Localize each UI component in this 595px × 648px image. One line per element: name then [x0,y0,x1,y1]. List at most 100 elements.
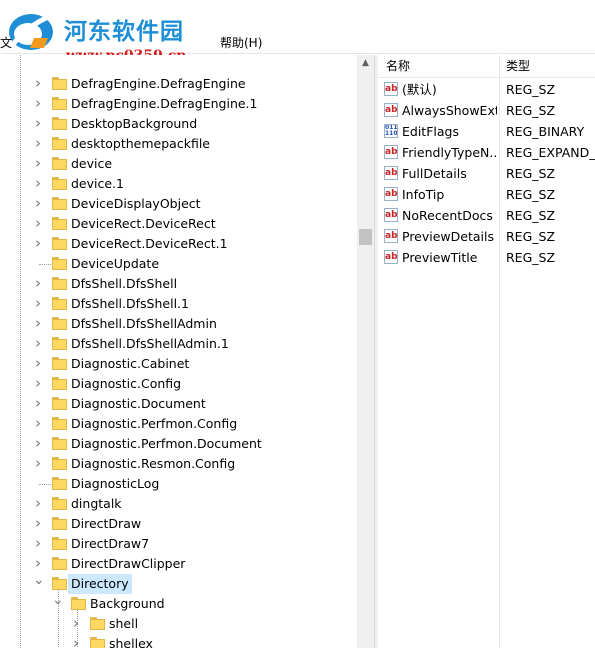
scroll-up-arrow-icon[interactable]: ▲ [357,55,374,72]
tree-item[interactable]: › DfsShell.DfsShellAdmin [0,314,357,334]
tree-item[interactable]: › DfsShell.DfsShellAdmin.1 [0,334,357,354]
folder-icon [52,517,67,530]
value-row[interactable]: ab PreviewTitle REG_SZ [378,247,595,268]
chevron-right-icon[interactable]: › [33,234,43,254]
tree-item-label: Diagnostic.Cabinet [71,356,190,371]
tree-item[interactable]: › DesktopBackground [0,114,357,134]
folder-icon [52,257,67,270]
chevron-right-icon[interactable]: › [33,554,43,574]
tree-item-label: Background [90,596,165,611]
registry-tree[interactable]: › DefragEngine.DefragEngine › DefragEngine.… [0,55,357,648]
chevron-down-icon[interactable]: ⌄ [33,573,45,594]
tree-item[interactable]: › shellex [0,634,357,648]
tree-item[interactable]: › Diagnostic.Resmon.Config [0,454,357,474]
chevron-right-icon[interactable]: › [33,154,43,174]
folder-icon [52,297,67,310]
tree-item[interactable]: › device.1 [0,174,357,194]
tree-item[interactable]: › Diagnostic.Perfmon.Document [0,434,357,454]
value-row[interactable]: ab InfoTip REG_SZ [378,184,595,205]
chevron-right-icon[interactable]: › [33,294,43,314]
chevron-right-icon[interactable]: › [33,354,43,374]
chevron-right-icon[interactable]: › [33,174,43,194]
folder-icon [52,577,67,590]
chevron-down-icon[interactable]: ⌄ [52,593,64,614]
tree-item[interactable]: › desktopthemepackfile [0,134,357,154]
value-type: REG_SZ [506,250,556,265]
value-type: REG_SZ [506,208,556,223]
chevron-right-icon[interactable]: › [33,134,43,154]
chevron-right-icon[interactable]: › [71,614,81,634]
tree-item[interactable]: DeviceUpdate [0,254,357,274]
tree-item[interactable]: › Diagnostic.Config [0,374,357,394]
tree-item[interactable]: › DefragEngine.DefragEngine [0,74,357,94]
menu-help[interactable]: 帮助(H) [220,34,262,51]
chevron-right-icon[interactable]: › [33,454,43,474]
value-row[interactable]: ab (默认) REG_SZ [378,79,595,100]
chevron-right-icon[interactable]: › [33,434,43,454]
scroll-thumb[interactable] [359,229,372,245]
tree-item[interactable]: › device [0,154,357,174]
watermark-title: 河东软件园 [64,18,184,45]
tree-item[interactable]: › Diagnostic.Cabinet [0,354,357,374]
menu-file[interactable]: 文 [0,34,12,51]
tree-item[interactable]: › Diagnostic.Document [0,394,357,414]
header-separator [378,77,595,78]
string-value-icon: ab [384,208,398,222]
tree-item[interactable]: › DirectDrawClipper [0,554,357,574]
chevron-right-icon[interactable]: › [33,94,43,114]
tree-item[interactable]: › DefragEngine.DefragEngine.1 [0,94,357,114]
tree-item[interactable]: › DeviceRect.DeviceRect [0,214,357,234]
tree-item[interactable]: › DeviceRect.DeviceRect.1 [0,234,357,254]
tree-item[interactable]: › DeviceDisplayObject [0,194,357,214]
chevron-right-icon[interactable]: › [33,494,43,514]
tree-item[interactable]: ⌄ Background [0,593,357,614]
chevron-right-icon[interactable]: › [33,334,43,354]
chevron-right-icon[interactable]: › [33,534,43,554]
value-row[interactable]: ab AlwaysShowExt REG_SZ [378,100,595,121]
watermark-logo-icon [9,13,53,50]
chevron-right-icon[interactable]: › [33,274,43,294]
tree-item[interactable]: › DfsShell.DfsShell [0,274,357,294]
tree-item[interactable]: DiagnosticLog [0,474,357,494]
chevron-right-icon[interactable]: › [33,114,43,134]
chevron-right-icon[interactable]: › [33,194,43,214]
chevron-right-icon[interactable]: › [33,314,43,334]
folder-icon [90,637,105,648]
folder-icon [52,397,67,410]
tree-scrollbar[interactable]: ▲ [357,55,374,648]
tree-item-label: DfsShell.DfsShellAdmin [71,316,217,331]
string-value-icon: ab [384,187,398,201]
tree-item-label: DeviceDisplayObject [71,196,201,211]
tree-item[interactable]: › shell [0,614,357,634]
folder-icon [52,157,67,170]
value-row[interactable]: 011 110 EditFlags REG_BINARY [378,121,595,142]
tree-item[interactable]: › Diagnostic.Perfmon.Config [0,414,357,434]
tree-item[interactable]: ⌄ Directory [0,573,357,594]
tree-item-label: DesktopBackground [71,116,198,131]
tree-item[interactable]: › DirectDraw7 [0,534,357,554]
chevron-right-icon[interactable]: › [33,74,43,94]
tree-item-label: Directory [68,574,132,594]
chevron-right-icon[interactable]: › [33,214,43,234]
folder-icon [52,117,67,130]
value-row[interactable]: ab PreviewDetails REG_SZ [378,226,595,247]
chevron-right-icon[interactable]: › [71,634,81,648]
value-type: REG_SZ [506,103,556,118]
chevron-right-icon[interactable]: › [33,394,43,414]
value-name: (默认) [402,82,437,97]
chevron-right-icon[interactable]: › [33,514,43,534]
tree-connector [39,484,51,485]
tree-item[interactable]: › dingtalk [0,494,357,514]
value-type: REG_EXPAND_S [506,145,595,160]
value-row[interactable]: ab FullDetails REG_SZ [378,163,595,184]
tree-item[interactable]: › DfsShell.DfsShell.1 [0,294,357,314]
chevron-right-icon[interactable]: › [33,374,43,394]
tree-item[interactable]: › DirectDraw [0,514,357,534]
chevron-right-icon[interactable]: › [33,414,43,434]
value-row[interactable]: ab NoRecentDocs REG_SZ [378,205,595,226]
value-row[interactable]: ab FriendlyTypeN... REG_EXPAND_S [378,142,595,163]
column-header-type[interactable]: 类型 [506,55,530,77]
folder-icon [71,597,86,610]
column-header-name[interactable]: 名称 [386,55,410,77]
value-name: InfoTip [402,187,445,202]
